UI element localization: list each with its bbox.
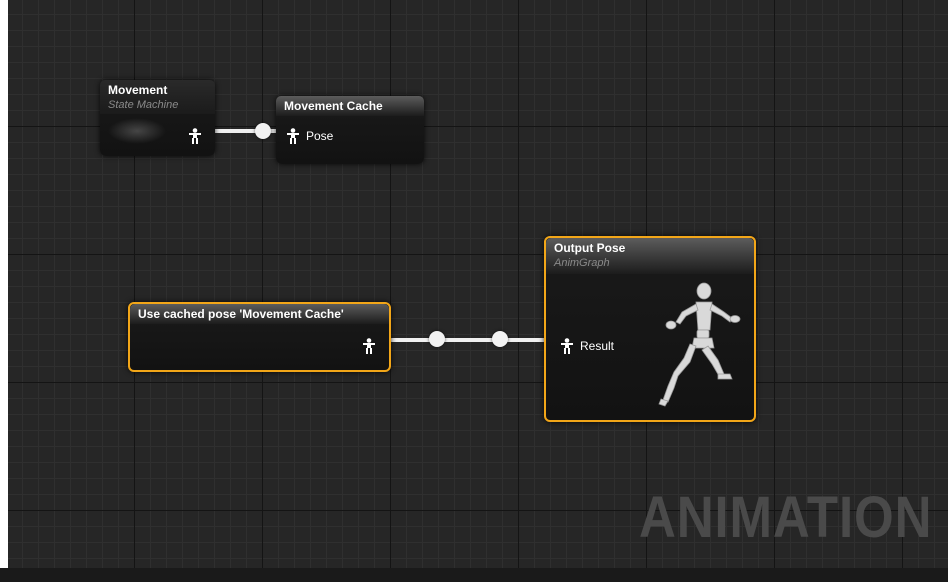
state-machine-node-movement[interactable]: Movement State Machine [100, 80, 215, 156]
anim-graph-canvas[interactable]: Movement State Machine Movement Cache Po… [8, 0, 948, 568]
pin-label: Pose [306, 129, 334, 143]
pose-pin-icon [286, 128, 300, 144]
output-pose-node[interactable]: Output Pose AnimGraph Result [544, 236, 756, 422]
pin-label: Result [580, 339, 615, 353]
graph-type-watermark: ANIMATION [638, 485, 932, 550]
reroute-node-2[interactable] [492, 331, 508, 347]
bottom-bar [0, 568, 948, 582]
pose-pin-icon [362, 338, 376, 354]
node-subtitle: State Machine [108, 99, 179, 111]
node-subtitle: AnimGraph [554, 257, 610, 269]
node-title: Movement Cache [284, 99, 383, 113]
output-pose-pin[interactable] [188, 128, 202, 144]
output-pose-pin[interactable] [362, 338, 376, 354]
save-cached-pose-node-movement-cache[interactable]: Movement Cache Pose [276, 96, 424, 164]
wire-cached-pose-to-result[interactable] [390, 338, 550, 342]
running-mannequin-icon [658, 282, 741, 407]
pose-pin-icon [560, 338, 574, 354]
use-cached-pose-node[interactable]: Use cached pose 'Movement Cache' [128, 302, 391, 372]
node-glow [108, 118, 166, 144]
node-title: Use cached pose 'Movement Cache' [138, 307, 344, 321]
node-title: Movement [108, 83, 168, 97]
pose-pin-icon [188, 128, 202, 144]
pose-input-pin[interactable]: Pose [286, 128, 333, 144]
wire-pin-knot[interactable] [255, 123, 271, 139]
reroute-node-1[interactable] [429, 331, 445, 347]
result-input-pin[interactable]: Result [560, 338, 614, 354]
node-title: Output Pose [554, 241, 626, 255]
